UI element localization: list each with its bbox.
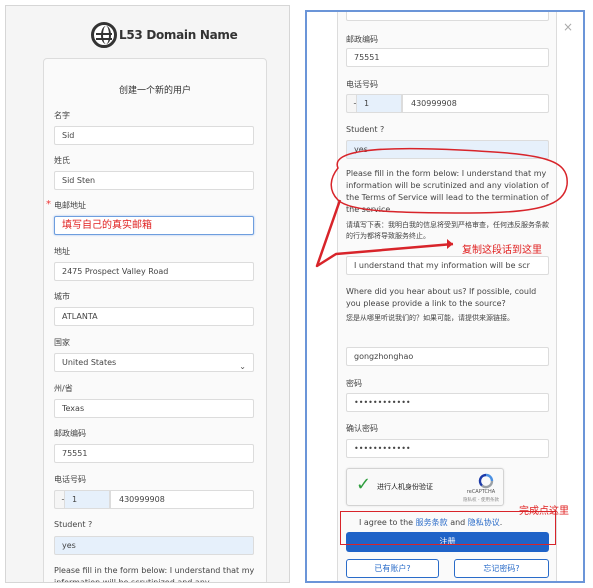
recaptcha-widget[interactable]: ✓ 进行人机身份验证 reCAPTCHA 隐私权 - 使用条款 xyxy=(346,468,504,506)
country-value: United States xyxy=(62,358,117,367)
first-name-label: 名字 xyxy=(54,111,70,120)
password-input[interactable]: •••••••••••• xyxy=(346,393,549,412)
student-input[interactable]: yes xyxy=(346,140,549,159)
have-account-button[interactable]: 已有账户? xyxy=(346,559,439,578)
zip-input[interactable]: 75551 xyxy=(346,48,549,67)
first-name-input[interactable]: Sid xyxy=(54,126,254,145)
zip-label: 邮政编码 xyxy=(346,35,378,44)
signup-card-scrolled: 邮政编码 75551 电话号码 + 1 430999908 Student ? … xyxy=(337,12,557,581)
terms-notice: Please fill in the form below: I underst… xyxy=(54,566,255,583)
brand-logo: L53 Domain Name xyxy=(91,20,238,50)
recaptcha-logo-icon xyxy=(478,473,494,489)
phone-country-code[interactable]: 1 xyxy=(64,490,110,509)
state-label: 州/省 xyxy=(54,384,73,393)
last-name-label: 姓氏 xyxy=(54,156,70,165)
checkmark-icon: ✓ xyxy=(356,474,372,495)
source-question-cn: 您是从哪里听说我们的？如果可能，请提供来源链接。 xyxy=(346,314,514,322)
right-panel: × 邮政编码 75551 电话号码 + 1 430999908 Student … xyxy=(305,10,585,583)
required-mark: * xyxy=(46,199,51,210)
partial-input[interactable] xyxy=(346,12,549,21)
zip-input[interactable]: 75551 xyxy=(54,444,254,463)
phone-country-code[interactable]: 1 xyxy=(356,94,402,113)
captcha-brand: reCAPTCHA xyxy=(466,489,496,495)
city-label: 城市 xyxy=(54,292,70,301)
signup-card: 创建一个新的用户 名字 Sid 姓氏 Sid Sten * 电邮地址 填写自己的… xyxy=(43,58,267,583)
city-input[interactable]: ATLANTA xyxy=(54,307,254,326)
phone-label: 电话号码 xyxy=(54,475,86,484)
state-input[interactable]: Texas xyxy=(54,399,254,418)
country-select[interactable]: United States ⌄ xyxy=(54,353,254,372)
zip-label: 邮政编码 xyxy=(54,429,86,438)
country-label: 国家 xyxy=(54,338,70,347)
terms-notice: Please fill in the form below: I underst… xyxy=(346,169,549,214)
chevron-down-icon: ⌄ xyxy=(239,362,246,371)
student-input[interactable]: yes xyxy=(54,536,254,555)
address-input[interactable]: 2475 Prospect Valley Road xyxy=(54,262,254,281)
copy-annotation: 复制这段话到这里 xyxy=(462,245,542,256)
email-input[interactable]: 填写自己的真实邮箱 xyxy=(54,216,254,235)
captcha-label: 进行人机身份验证 xyxy=(377,483,433,491)
student-label: Student ? xyxy=(54,520,93,529)
password-label: 密码 xyxy=(346,379,362,388)
phone-number-input[interactable]: 430999908 xyxy=(110,490,254,509)
confirm-password-label: 确认密码 xyxy=(346,424,378,433)
source-input[interactable]: gongzhonghao xyxy=(346,347,549,366)
understand-input[interactable]: I understand that my information will be… xyxy=(346,256,549,275)
last-name-input[interactable]: Sid Sten xyxy=(54,171,254,190)
address-label: 地址 xyxy=(54,247,70,256)
forgot-password-button[interactable]: 忘记密码? xyxy=(454,559,549,578)
email-label: 电邮地址 xyxy=(54,201,86,210)
close-icon[interactable]: × xyxy=(563,20,573,34)
globe-icon xyxy=(91,22,117,48)
phone-number-input[interactable]: 430999908 xyxy=(402,94,549,113)
captcha-terms: 隐私权 - 使用条款 xyxy=(463,498,499,503)
confirm-password-input[interactable]: •••••••••••• xyxy=(346,439,549,458)
student-label: Student ? xyxy=(346,125,385,134)
email-annotation: 填写自己的真实邮箱 xyxy=(62,220,152,231)
register-highlight-box xyxy=(340,511,556,545)
left-panel: L53 Domain Name 创建一个新的用户 名字 Sid 姓氏 Sid S… xyxy=(5,5,290,583)
logo-text: L53 Domain Name xyxy=(119,28,238,42)
terms-notice-cn: 请填写下表：我明白我的信息将受到严格审查，任何违反服务条款的行为都将导致服务终止… xyxy=(346,221,549,240)
form-title: 创建一个新的用户 xyxy=(118,86,191,96)
source-question: Where did you hear about us? If possible… xyxy=(346,287,537,308)
phone-label: 电话号码 xyxy=(346,80,378,89)
